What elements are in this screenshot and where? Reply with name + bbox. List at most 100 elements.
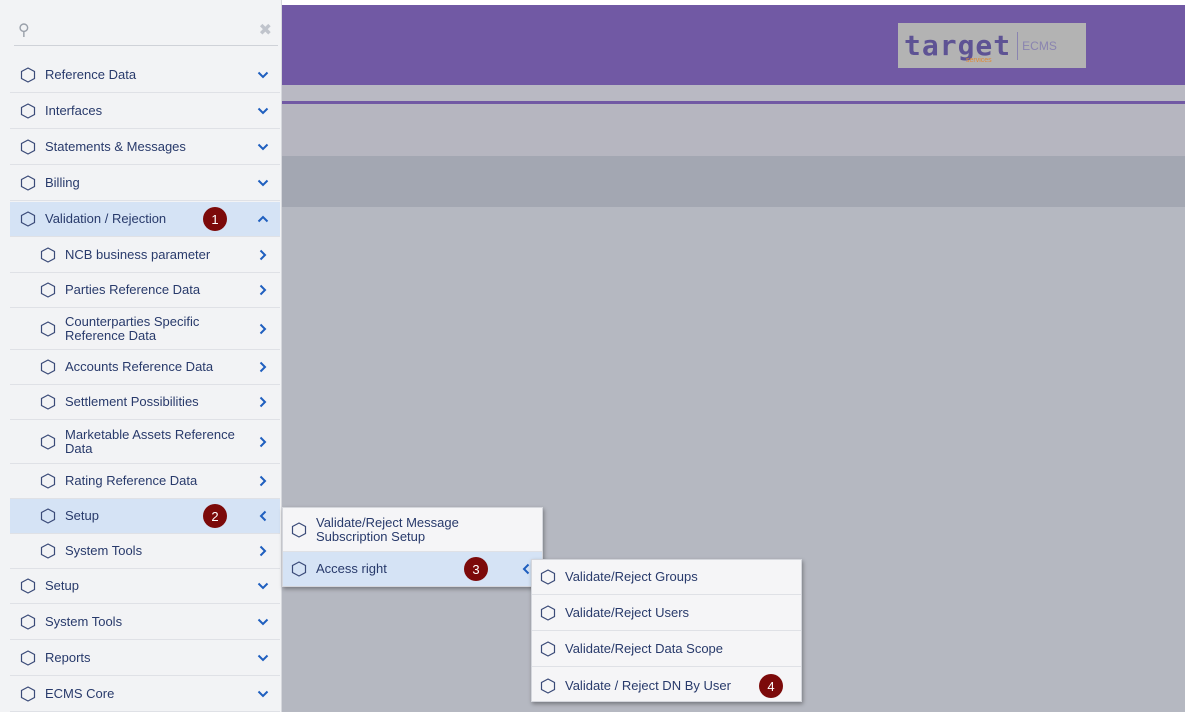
label-line-2: Data xyxy=(65,440,93,456)
hexagon-icon xyxy=(540,569,556,585)
chevron-down-icon[interactable] xyxy=(256,651,270,665)
chevron-right-icon[interactable] xyxy=(256,322,270,336)
hexagon-icon xyxy=(540,641,556,657)
chevron-right-icon[interactable] xyxy=(256,283,270,297)
menu-item-label: Validate/Reject Message Subscription Setu… xyxy=(316,514,459,544)
menu-item-label: ECMS Core xyxy=(45,686,115,701)
hexagon-icon xyxy=(20,686,36,702)
menu-item-label: Validate / Reject DN By User xyxy=(565,677,731,693)
hexagon-icon xyxy=(540,605,556,621)
hexagon-icon xyxy=(20,139,36,155)
hexagon-icon xyxy=(40,394,56,410)
flyout-item-access-right[interactable]: Access right xyxy=(283,552,542,586)
sidebar-item-system-tools[interactable]: System Tools xyxy=(10,534,280,569)
sidebar-item-parties-reference-data[interactable]: Parties Reference Data xyxy=(10,273,280,308)
hexagon-icon xyxy=(20,211,36,227)
label-line-1: Validate/Reject Message xyxy=(316,514,459,530)
menu-item-label: Parties Reference Data xyxy=(65,282,201,297)
sidebar-item-validation-rejection[interactable]: Validation / Rejection xyxy=(10,202,280,237)
logo-word: target xyxy=(904,28,1012,62)
step-badge: 3 xyxy=(464,557,488,581)
menu-item-label: Accounts Reference Data xyxy=(65,359,214,374)
chevron-right-icon[interactable] xyxy=(256,248,270,262)
flyout-item-validate-reject-users[interactable]: Validate/Reject Users xyxy=(532,596,801,631)
menu-item-label: System Tools xyxy=(45,614,123,629)
step-badge: 4 xyxy=(759,674,783,698)
hexagon-icon xyxy=(20,578,36,594)
hexagon-icon xyxy=(20,614,36,630)
hexagon-icon xyxy=(40,433,56,450)
menu-item-label: Counterparties Specific Reference Data xyxy=(65,314,199,343)
chevron-left-icon[interactable] xyxy=(256,509,270,523)
chevron-right-icon[interactable] xyxy=(256,474,270,488)
flyout-item-validate-reject-groups[interactable]: Validate/Reject Groups xyxy=(532,560,801,595)
hexagon-icon xyxy=(40,320,56,337)
hexagon-icon xyxy=(40,473,56,489)
logo-sub: services xyxy=(966,57,992,64)
hexagon-icon xyxy=(291,521,307,538)
menu-item-label: Reports xyxy=(45,650,91,665)
sidebar-item-reference-data[interactable]: Reference Data xyxy=(10,58,280,93)
chevron-down-icon[interactable] xyxy=(256,579,270,593)
menu-item-label: Setup xyxy=(65,508,99,523)
sidebar-item-interfaces[interactable]: Interfaces xyxy=(10,94,280,129)
chevron-up-icon[interactable] xyxy=(256,212,270,226)
chevron-down-icon[interactable] xyxy=(256,68,270,82)
sidebar-item-ecms-core[interactable]: ECMS Core xyxy=(10,677,280,712)
menu-item-label: Interfaces xyxy=(45,103,103,118)
hexagon-icon xyxy=(291,561,307,577)
target-services-logo: target services ECMS xyxy=(898,23,1086,68)
sidebar-item-ncb-business-parameter[interactable]: NCB business parameter xyxy=(10,238,280,273)
chevron-right-icon[interactable] xyxy=(256,544,270,558)
step-badge: 2 xyxy=(203,504,227,528)
menu-item-label: Access right xyxy=(316,561,387,576)
hexagon-icon xyxy=(20,103,36,119)
menu-item-label: Billing xyxy=(45,175,80,190)
hexagon-icon xyxy=(40,282,56,298)
label-line-2: Reference Data xyxy=(65,327,157,343)
hexagon-icon xyxy=(40,543,56,559)
sidebar-item-accounts-reference-data[interactable]: Accounts Reference Data xyxy=(10,350,280,385)
sidebar-item-reports[interactable]: Reports xyxy=(10,641,280,676)
menu-item-label: Marketable Assets Reference Data xyxy=(65,426,235,456)
menu-item-label: Validation / Rejection xyxy=(45,211,167,226)
subheader-strip xyxy=(282,85,1185,101)
flyout-item-validate-reject-message[interactable]: Validate/Reject Message Subscription Setu… xyxy=(283,508,542,552)
access-right-flyout-menu: Validate/Reject Groups Validate/Reject Us… xyxy=(531,559,802,702)
sidebar-item-settlement-possibilities[interactable]: Settlement Possibilities xyxy=(10,385,280,420)
chevron-down-icon[interactable] xyxy=(256,140,270,154)
sidebar-item-system-tools[interactable]: System Tools xyxy=(10,605,280,640)
menu-item-label: System Tools xyxy=(65,543,143,558)
chevron-right-icon[interactable] xyxy=(256,395,270,409)
hexagon-icon xyxy=(20,650,36,666)
menu-item-label: Validate/Reject Data Scope xyxy=(565,641,724,656)
hexagon-icon xyxy=(540,677,556,694)
menu-item-label: Reference Data xyxy=(45,67,137,82)
sidebar-item-statements-messages[interactable]: Statements & Messages xyxy=(10,130,280,165)
chevron-right-icon[interactable] xyxy=(256,435,270,449)
search-icon: ⚲ xyxy=(18,22,30,39)
chevron-down-icon[interactable] xyxy=(256,104,270,118)
sidebar-item-marketable-assets-reference[interactable]: Marketable Assets Reference Data xyxy=(10,420,280,464)
flyout-item-validate-reject-data-scope[interactable]: Validate/Reject Data Scope xyxy=(532,632,801,667)
chevron-right-icon[interactable] xyxy=(256,360,270,374)
menu-item-label: Settlement Possibilities xyxy=(65,394,199,409)
sidebar-item-setup[interactable]: Setup xyxy=(10,499,280,534)
hexagon-icon xyxy=(40,247,56,263)
toolbar-area xyxy=(282,104,1185,156)
sidebar-item-setup[interactable]: Setup xyxy=(10,569,280,604)
menu-item-label: Validate/Reject Users xyxy=(565,605,690,620)
close-icon[interactable]: ✖ xyxy=(259,20,272,40)
hexagon-icon xyxy=(20,175,36,191)
chevron-down-icon[interactable] xyxy=(256,176,270,190)
menu-item-label: Validate/Reject Groups xyxy=(565,569,698,584)
sidebar-item-billing[interactable]: Billing xyxy=(10,166,280,201)
chevron-down-icon[interactable] xyxy=(256,615,270,629)
menu-item-label: Setup xyxy=(45,578,79,593)
search-input[interactable] xyxy=(40,20,250,42)
sidebar-item-counterparties-specific[interactable]: Counterparties Specific Reference Data xyxy=(10,308,280,350)
breadcrumb-area xyxy=(282,156,1185,207)
sidebar-item-rating-reference-data[interactable]: Rating Reference Data xyxy=(10,464,280,499)
chevron-down-icon[interactable] xyxy=(256,687,270,701)
label-line-1: Marketable Assets Reference xyxy=(65,426,235,442)
